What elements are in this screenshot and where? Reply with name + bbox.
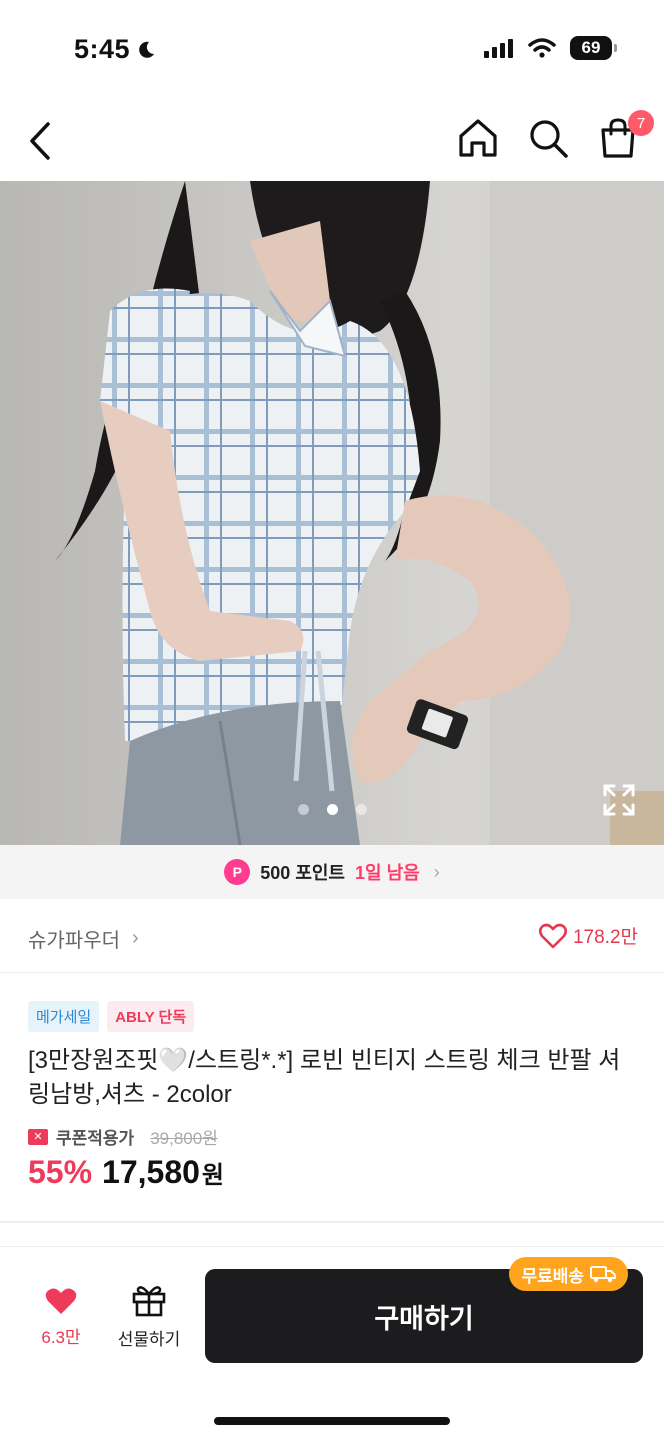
currency-unit: 원 xyxy=(201,1162,225,1189)
product-photo xyxy=(0,181,664,845)
like-button[interactable]: 6.3만 xyxy=(30,1287,92,1348)
chevron-right-icon: › xyxy=(132,927,139,949)
coupon-label: 쿠폰적용가 xyxy=(56,1129,135,1148)
header-actions: 7 xyxy=(456,110,654,160)
cart-button[interactable]: 7 xyxy=(596,110,654,160)
back-button[interactable] xyxy=(22,118,62,164)
gallery-dot-active[interactable] xyxy=(326,804,338,815)
tag-mega-sale: 메가세일 xyxy=(28,1001,100,1032)
fullscreen-button[interactable] xyxy=(602,783,636,817)
points-remaining: 1일 남음 xyxy=(355,863,420,883)
gift-button[interactable]: 선물하기 xyxy=(112,1283,186,1350)
product-title: [3만장원조핏🤍/스트링*.*] 로빈 빈티지 스트링 체크 반팔 셔링남방,셔… xyxy=(28,1047,621,1108)
gallery-dot[interactable] xyxy=(355,804,367,815)
coupon-row: ✕ 쿠폰적용가 39,800원 xyxy=(28,1124,218,1149)
status-indicators: 69 xyxy=(484,36,617,60)
gift-label: 선물하기 xyxy=(117,1330,181,1349)
shop-name: 슈가파우더 xyxy=(28,930,120,952)
discount-rate: 55% xyxy=(28,1154,93,1190)
price-row: 55% 17,580 원 xyxy=(28,1154,224,1191)
moon-icon xyxy=(139,41,155,58)
chevron-left-icon xyxy=(30,122,50,160)
battery-icon: 69 xyxy=(570,36,617,60)
sale-price: 17,580 xyxy=(102,1154,200,1190)
cart-count-badge: 7 xyxy=(628,110,654,136)
points-icon: P xyxy=(224,859,251,885)
search-icon xyxy=(530,120,568,158)
gallery-pagination xyxy=(0,804,664,815)
wifi-icon xyxy=(528,38,556,58)
home-icon xyxy=(459,119,497,157)
gift-icon xyxy=(132,1286,166,1317)
free-shipping-label: 무료배송 xyxy=(521,1266,584,1286)
shop-link[interactable]: 슈가파우더 › xyxy=(28,924,139,953)
cellular-signal-icon xyxy=(484,39,513,58)
top-navigation: 7 xyxy=(0,100,664,181)
original-price: 39,800원 xyxy=(150,1129,218,1148)
truck-icon xyxy=(590,1266,616,1283)
bottom-action-bar: 6.3만 선물하기 구매하기 무료배송 xyxy=(0,1246,664,1440)
product-image-gallery[interactable] xyxy=(0,181,664,845)
product-tags: 메가세일 ABLY 단독 xyxy=(28,1001,195,1032)
tag-ably-exclusive: ABLY 단독 xyxy=(107,1001,195,1032)
status-time: 5:45 xyxy=(74,34,156,65)
like-count: 6.3만 xyxy=(41,1328,81,1347)
free-shipping-badge: 무료배송 xyxy=(509,1257,628,1291)
points-banner[interactable]: P 500 포인트 1일 남음 › xyxy=(0,845,664,899)
points-amount: 500 포인트 xyxy=(260,863,345,883)
section-divider xyxy=(0,1221,664,1223)
heart-filled-icon xyxy=(45,1288,77,1314)
status-bar: 5:45 69 xyxy=(0,0,664,100)
coupon-icon: ✕ xyxy=(28,1128,48,1145)
shop-like-count: 178.2만 xyxy=(572,927,638,948)
gallery-dot[interactable] xyxy=(297,804,309,815)
search-button[interactable] xyxy=(526,116,570,160)
home-indicator xyxy=(214,1417,450,1425)
shop-like-button[interactable]: 178.2만 xyxy=(538,922,638,949)
clock-label: 5:45 xyxy=(74,34,131,64)
home-button[interactable] xyxy=(456,116,500,160)
shop-row: 슈가파우더 › 178.2만 xyxy=(0,900,664,973)
chevron-right-icon: › xyxy=(433,861,440,882)
heart-outline-icon xyxy=(538,923,567,948)
expand-icon xyxy=(603,784,635,816)
battery-level: 69 xyxy=(581,38,601,57)
